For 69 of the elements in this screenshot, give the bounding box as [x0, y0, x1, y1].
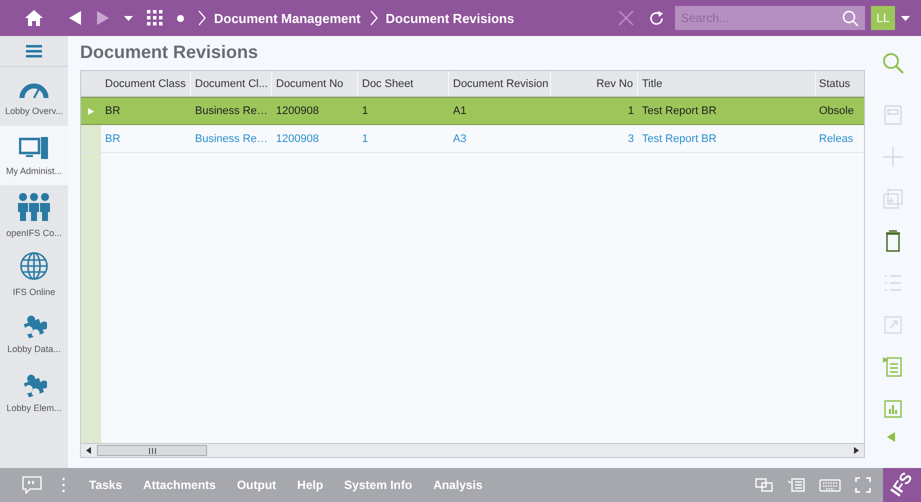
dot-icon — [177, 14, 184, 22]
grip-icon — [148, 448, 156, 454]
scroll-left-icon[interactable] — [86, 447, 91, 454]
scrollbar-thumb[interactable] — [97, 445, 207, 456]
close-icon[interactable] — [618, 10, 634, 26]
table-cell-text: 1200908 — [275, 132, 320, 146]
column-header[interactable]: Document Class — [101, 71, 191, 96]
details-icon[interactable] — [883, 357, 903, 377]
breadcrumb-link[interactable]: Document Management — [214, 10, 361, 26]
table-cell-text: 1 — [626, 104, 635, 119]
table-cell-text: A1 — [452, 104, 468, 119]
bin-icon[interactable] — [885, 230, 901, 252]
chat-icon[interactable] — [22, 476, 42, 494]
row-pointer-icon — [88, 108, 94, 114]
caret-icon[interactable] — [901, 16, 910, 20]
more-icon[interactable] — [62, 477, 65, 493]
breadcrumb-link[interactable]: Document Revisions — [386, 10, 514, 26]
table-cell-text: Business Re… — [194, 104, 269, 119]
table-cell-text: Releas — [818, 132, 854, 146]
table-cell-text: BR — [104, 132, 122, 146]
sidebar-item[interactable]: My Administ... — [0, 126, 68, 185]
table-cell-text: 1 — [361, 104, 370, 119]
horizontal-scrollbar[interactable] — [81, 443, 864, 457]
caret-icon[interactable] — [124, 16, 133, 20]
table-cell-text: BR — [104, 104, 122, 119]
column-header[interactable]: Document No — [272, 71, 358, 96]
table-row[interactable]: BR Business Re… 1200908 1 A3 3 Test Report BR Releas — [81, 125, 864, 153]
computer-icon — [19, 136, 49, 160]
column-header[interactable]: Status — [816, 71, 866, 96]
sidebar-item[interactable]: openIFS Co... — [0, 185, 68, 244]
globe-icon — [19, 250, 49, 280]
fullscreen-icon[interactable] — [855, 477, 871, 493]
scroll-right-icon[interactable] — [854, 447, 859, 454]
chevron-icon — [370, 10, 378, 26]
logo: IFS — [883, 468, 921, 502]
menu-icon[interactable] — [26, 44, 42, 58]
table-cell-text: Business Re… — [194, 132, 269, 146]
chart-icon[interactable] — [884, 400, 902, 418]
keyboard-icon[interactable] — [819, 478, 841, 492]
page-title: Document Revisions — [80, 42, 260, 63]
column-header[interactable]: Rev No — [551, 71, 638, 96]
sidebar-item[interactable]: Lobby Data... — [0, 303, 68, 362]
sidebar-item[interactable]: IFS Online — [0, 244, 68, 303]
table-cell-text: 1200908 — [275, 104, 320, 119]
home-icon[interactable] — [24, 9, 44, 27]
table-cell-text: 1 — [361, 132, 370, 146]
refresh-icon[interactable] — [648, 10, 665, 26]
column-header[interactable]: Doc Sheet — [358, 71, 449, 96]
windows-icon[interactable] — [755, 478, 773, 492]
table-cell-text: A3 — [452, 132, 468, 146]
table-row[interactable]: BR Business Re… 1200908 1 A1 1 Test Report BR Obsole — [81, 97, 864, 125]
column-header[interactable]: Document Cl... — [191, 71, 272, 96]
people-icon — [18, 192, 50, 222]
table-cell-text: 3 — [626, 132, 635, 146]
chevron-icon — [198, 10, 206, 26]
search-icon[interactable] — [882, 52, 904, 74]
column-header[interactable]: Title — [638, 71, 816, 96]
sidebar-item[interactable]: Lobby Elem... — [0, 362, 68, 421]
table-cell-text: Obsole — [818, 104, 855, 119]
forward-icon[interactable] — [96, 10, 110, 26]
table-cell-text: Test Report BR — [641, 132, 718, 146]
back-icon[interactable] — [68, 10, 82, 26]
apps-grid-icon[interactable] — [147, 10, 163, 26]
table-cell-text: Test Report BR — [641, 104, 718, 119]
collapse-arrow-icon[interactable] — [887, 432, 895, 442]
sidebar-item[interactable]: Lobby Overv... — [0, 67, 68, 126]
list-icon[interactable] — [787, 478, 805, 492]
search-icon[interactable] — [842, 10, 859, 26]
column-header[interactable]: Document Revision — [449, 71, 551, 96]
